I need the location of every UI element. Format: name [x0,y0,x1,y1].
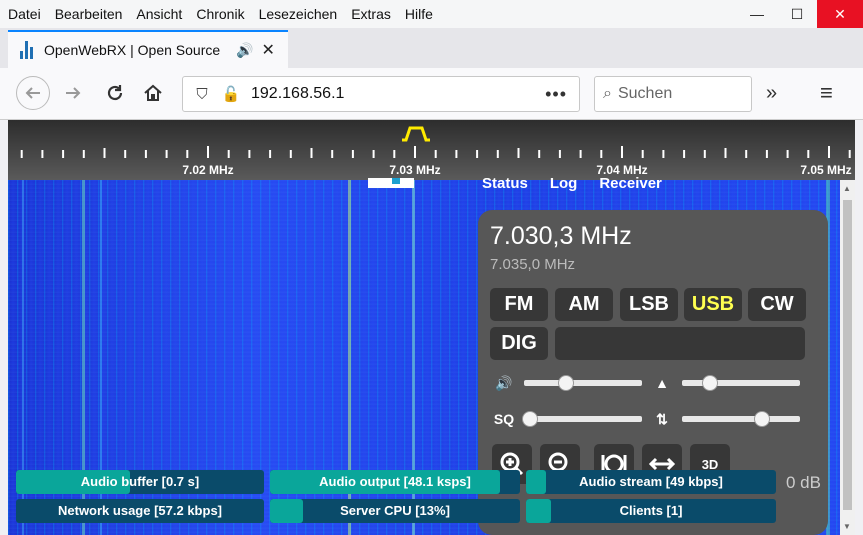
openwebrx-logo [368,178,414,188]
nav-status[interactable]: Status [482,175,528,192]
db-readout: 0 dB [786,473,821,492]
volume-icon: 🔊 [495,375,513,391]
menu-lesezeichen[interactable]: Lesezeichen [253,6,344,22]
waterfall-max-slider[interactable] [682,380,800,386]
waterfall-scrollbar[interactable]: ▲ ▼ [840,180,855,535]
squelch-label: SQ [493,411,515,427]
menu-ansicht[interactable]: Ansicht [130,6,188,22]
tab-strip: OpenWebRX | Open Source 🔊 ✕ + [0,28,863,87]
mode-fm-button[interactable]: FM [490,288,548,321]
menu-hilfe[interactable]: Hilfe [399,6,439,22]
squelch-slider-knob[interactable] [521,411,538,427]
waterfall-max-icon: ▲ [655,375,669,391]
digital-mode-select[interactable] [555,327,805,360]
page-content: 7.02 MHz 7.03 MHz 7.04 MHz 7.05 MHz ▲ ▼ Sta… [8,120,855,535]
tab-close-button[interactable]: ✕ [261,40,274,60]
reload-icon [107,85,123,101]
menu-extras[interactable]: Extras [345,6,397,22]
scroll-down-icon[interactable]: ▼ [843,522,851,531]
nav-log[interactable]: Log [550,175,578,192]
scale-tick-label: 7.02 MHz [182,163,233,177]
page-actions-button[interactable]: ••• [545,84,567,105]
audio-stream-meter: Audio stream [49 kbps] [526,470,776,494]
tab-title: OpenWebRX | Open Source [44,42,221,58]
waterfall-min-icon: ⇅ [656,411,668,427]
waterfall-min-slider-knob[interactable] [754,411,771,427]
search-icon: ⌕ [603,85,612,102]
home-icon [144,84,162,101]
close-window-button[interactable]: ✕ [817,0,863,28]
openwebrx-favicon-icon [20,41,34,59]
volume-slider-knob[interactable] [558,375,575,391]
url-bar[interactable]: ⛉ 🔓 192.168.56.1 ••• [182,76,580,112]
passband-marker[interactable] [402,126,430,142]
overflow-menu-button[interactable]: » [766,82,777,105]
insecure-lock-icon[interactable]: 🔓 [217,85,245,103]
nav-receiver[interactable]: Receiver [599,175,662,192]
tab-openwebrx[interactable]: OpenWebRX | Open Source 🔊 ✕ [8,30,288,68]
menu-chronik[interactable]: Chronik [190,6,250,22]
frequency-display[interactable]: 7.030,3 MHz [490,222,632,251]
secondary-frequency: 7.035,0 MHz [490,256,576,273]
menu-bar: Datei Bearbeiten Ansicht Chronik Lesezei… [0,0,863,28]
home-button[interactable] [138,78,168,108]
back-button[interactable] [16,76,50,110]
clients-meter: Clients [1] [526,499,776,523]
window-controls: — ☐ ✕ [737,0,863,28]
scroll-up-icon[interactable]: ▲ [843,184,851,193]
mode-usb-button[interactable]: USB [684,288,742,321]
mode-cw-button[interactable]: CW [748,288,806,321]
forward-button[interactable] [58,78,88,108]
arrow-right-icon [66,87,81,99]
speaker-icon[interactable]: 🔊 [236,42,253,59]
arrow-left-icon [25,87,40,99]
audio-output-meter: Audio output [48.1 ksps] [270,470,520,494]
server-cpu-meter: Server CPU [13%] [270,499,520,523]
minimize-button[interactable]: — [737,0,777,28]
volume-slider[interactable] [524,380,642,386]
scale-tick-label: 7.03 MHz [389,163,440,177]
frequency-scale-svg: 7.02 MHz 7.03 MHz 7.04 MHz 7.05 MHz [20,126,852,177]
menu-bearbeiten[interactable]: Bearbeiten [49,6,129,22]
url-text[interactable]: 192.168.56.1 [251,85,545,103]
frequency-scale[interactable]: 7.02 MHz 7.03 MHz 7.04 MHz 7.05 MHz [8,120,855,180]
mode-dig-button[interactable]: DIG [490,327,548,360]
waterfall-min-slider[interactable] [682,416,800,422]
mode-lsb-button[interactable]: LSB [620,288,678,321]
waterfall-max-slider-knob[interactable] [702,375,719,391]
reload-button[interactable] [100,78,130,108]
shield-icon[interactable]: ⛉ [187,86,217,103]
audio-buffer-meter: Audio buffer [0.7 s] [16,470,264,494]
scale-tick-label: 7.05 MHz [800,163,851,177]
scrollbar-thumb[interactable] [843,200,852,510]
maximize-button[interactable]: ☐ [777,0,817,28]
top-navigation: Status Log Receiver [482,175,662,192]
nav-bar: ⛉ 🔓 192.168.56.1 ••• ⌕ » ≡ [0,68,863,120]
squelch-slider[interactable] [524,416,642,422]
hamburger-menu-button[interactable]: ≡ [820,80,833,106]
mode-am-button[interactable]: AM [555,288,613,321]
menu-datei[interactable]: Datei [2,6,47,22]
network-usage-meter: Network usage [57.2 kbps] [16,499,264,523]
search-bar[interactable]: ⌕ [594,76,752,112]
search-input[interactable] [617,85,728,103]
